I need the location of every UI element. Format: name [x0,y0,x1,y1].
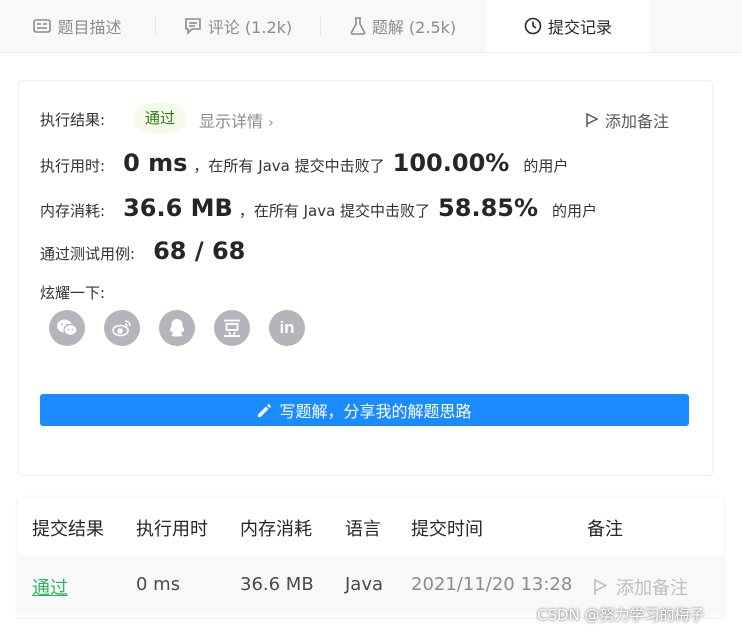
row-status-link[interactable]: 通过 [32,574,68,600]
runtime-value: 0 ms [123,149,188,177]
runtime-row: 执行用时: 0 ms ，在所有 Java 提交中击败了 100.00% 的用户 [40,149,568,177]
tab-label: 题解 (2.5k) [371,18,457,37]
qq-icon[interactable] [159,310,195,346]
write-solution-button[interactable]: 写题解，分享我的解题思路 [40,394,689,426]
runtime-percent: 100.00% [392,149,510,177]
header-language: 语言 [345,519,381,540]
flag-icon [593,578,608,596]
chevron-right-icon: › [268,115,274,131]
flask-icon [350,17,366,35]
watermark: CSDN @努力学习的梅子 [537,606,705,624]
row-add-note-button[interactable]: 添加备注 [593,574,688,600]
table-header: 提交结果 执行用时 内存消耗 语言 提交时间 备注 [18,497,724,556]
testcases-row: 通过测试用例: 68 / 68 [40,237,245,265]
memory-beat-text: ，在所有 Java 提交中击败了 [238,202,431,220]
tab-label: 评论 (1.2k) [207,18,293,37]
memory-percent: 58.85% [438,194,539,222]
row-runtime: 0 ms [136,574,181,595]
header-note: 备注 [587,519,623,540]
row-add-note-label: 添加备注 [616,578,688,599]
add-note-label: 添加备注 [605,112,670,131]
memory-row: 内存消耗: 36.6 MB ，在所有 Java 提交中击败了 58.85% 的用… [40,194,597,222]
tab-solutions[interactable]: 题解 (2.5k) [321,0,485,52]
memory-value: 36.6 MB [123,194,233,222]
tab-description[interactable]: 题目描述 [0,0,155,52]
pencil-icon [257,403,272,418]
tab-comments[interactable]: 评论 (1.2k) [156,0,320,52]
flag-icon [585,112,599,128]
testcases-label: 通过测试用例: [40,245,136,263]
header-runtime: 执行用时 [136,519,208,540]
runtime-label: 执行用时: [40,157,106,175]
douban-icon[interactable] [214,310,250,346]
header-status: 提交结果 [32,519,104,540]
weibo-icon[interactable] [104,310,140,346]
row-language: Java [345,574,384,595]
memory-suffix: 的用户 [552,202,598,220]
submissions-table: 提交结果 执行用时 内存消耗 语言 提交时间 备注 通过 0 ms 36.6 M… [18,497,724,617]
row-time: 2021/11/20 13:28 [411,574,573,595]
runtime-suffix: 的用户 [523,157,569,175]
tab-label: 提交记录 [547,18,612,37]
clock-icon [524,17,542,35]
show-details-link[interactable]: 显示详情 › [199,108,274,132]
write-solution-label: 写题解，分享我的解题思路 [279,402,472,421]
runtime-beat-text: ，在所有 Java 提交中击败了 [193,157,385,175]
result-label: 执行结果: [40,111,106,129]
show-details-label: 显示详情 [199,112,264,131]
status-badge: 通过 [134,103,187,133]
header-time: 提交时间 [411,519,483,540]
tab-submissions[interactable]: 提交记录 [486,0,650,52]
linkedin-icon[interactable]: in [269,310,305,346]
wechat-icon[interactable] [49,310,85,346]
description-icon [33,18,52,34]
tab-bar: 题目描述 评论 (1.2k) 题解 (2.5k) 提交记录 [0,0,742,53]
testcases-value: 68 / 68 [153,237,246,265]
share-label: 炫耀一下: [40,284,106,302]
comment-icon [184,17,202,35]
row-memory: 36.6 MB [240,574,314,595]
tab-label: 题目描述 [57,18,122,37]
header-memory: 内存消耗 [240,519,312,540]
memory-label: 内存消耗: [40,202,106,220]
add-note-button[interactable]: 添加备注 [585,108,669,132]
